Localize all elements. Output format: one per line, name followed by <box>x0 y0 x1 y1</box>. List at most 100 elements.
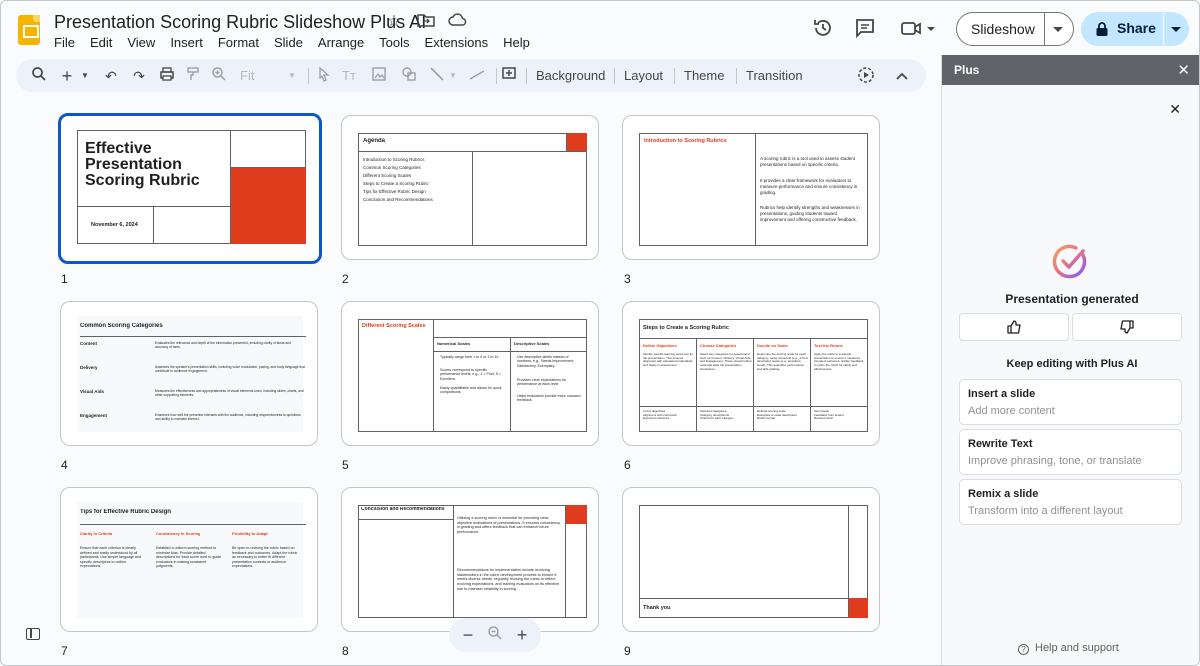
zoom-dropdown-icon[interactable]: ▼ <box>286 66 298 86</box>
slide-1-canvas: Effective Presentation Scoring Rubric No… <box>75 127 306 244</box>
comments-icon[interactable] <box>853 17 877 41</box>
slide-line <box>753 338 754 432</box>
zoom-select[interactable]: Fit <box>240 68 254 83</box>
transition-button[interactable]: Transition <box>746 68 803 83</box>
menu-slide[interactable]: Slide <box>274 35 310 50</box>
cloud-status-icon[interactable] <box>448 12 468 32</box>
slideshow-dropdown-icon[interactable] <box>1053 27 1063 32</box>
slide-thumbnail-3[interactable]: Introduction to Scoring Rubrics A scorin… <box>622 115 880 260</box>
menu-file[interactable]: File <box>54 35 82 50</box>
share-button[interactable]: Share <box>1081 12 1189 46</box>
step-heading-text: Decide on Scale <box>757 343 788 348</box>
help-support-link[interactable]: ? Help and support <box>1018 642 1119 655</box>
tip-body: Establish a uniform scoring method to mi… <box>156 546 222 568</box>
zoom-out-icon[interactable]: − <box>458 625 478 645</box>
remix-slide-card[interactable]: Remix a slide Transform into a different… <box>959 479 1182 525</box>
scale-column-title: Descriptive Scales <box>514 341 550 346</box>
zoom-in-icon[interactable]: + <box>512 625 532 645</box>
slide-line <box>472 151 473 246</box>
star-icon[interactable]: ☆ <box>384 12 404 32</box>
menu-edit[interactable]: Edit <box>90 35 119 50</box>
zoom-icon[interactable] <box>210 66 228 86</box>
document-title[interactable]: Presentation Scoring Rubric Slideshow Pl… <box>54 12 426 33</box>
line-dropdown-icon[interactable]: ▼ <box>448 66 458 86</box>
close-icon[interactable]: ✕ <box>1169 101 1181 118</box>
slide-accent-block <box>567 133 587 151</box>
slide-6-canvas: Steps to Create a Scoring Rubric Define … <box>639 316 868 432</box>
search-menus-icon[interactable] <box>30 66 48 86</box>
slide-thumbnail-5[interactable]: Different Scoring Scales Numerical Scale… <box>341 301 599 446</box>
thumbs-up-button[interactable] <box>959 313 1069 341</box>
slides-logo-icon[interactable] <box>18 15 40 45</box>
plus-ai-panel: Plus ✕ ✕ Presentation generated Keep edi… <box>941 55 1199 665</box>
shape-icon[interactable] <box>400 66 418 86</box>
connector-icon[interactable] <box>468 66 486 86</box>
insert-image-icon[interactable] <box>370 66 388 86</box>
slide-number: 7 <box>61 644 68 658</box>
rewrite-text-card[interactable]: Rewrite Text Improve phrasing, tone, or … <box>959 429 1182 475</box>
toolbar-divider <box>526 68 527 84</box>
theme-button[interactable]: Theme <box>684 68 724 83</box>
category-label: Delivery <box>80 365 98 370</box>
zoom-reset-icon[interactable] <box>485 625 505 645</box>
move-to-folder-icon[interactable] <box>416 12 436 32</box>
toolbar-divider <box>736 68 737 84</box>
slide-3-paragraph: It provides a clear framework for evalua… <box>760 178 858 195</box>
thumbs-down-icon <box>1120 320 1134 334</box>
slide-thumbnail-4[interactable]: Common Scoring Categories Content Evalua… <box>60 301 318 446</box>
slide-thumbnail-6[interactable]: Steps to Create a Scoring Rubric Define … <box>622 301 880 446</box>
tip-heading: Consistency in Scoring <box>156 531 200 536</box>
menu-view[interactable]: View <box>127 35 162 50</box>
share-dropdown-icon[interactable] <box>1171 27 1181 32</box>
collapse-toolbar-icon[interactable] <box>892 66 912 86</box>
text-box-icon[interactable]: Tт <box>340 66 358 86</box>
undo-icon[interactable]: ↶ <box>102 66 120 86</box>
background-button[interactable]: Background <box>536 68 605 83</box>
menu-arrange[interactable]: Arrange <box>318 35 371 50</box>
scale-item: Use descriptive labels instead of number… <box>517 355 575 368</box>
close-panel-icon[interactable]: ✕ <box>1177 61 1190 79</box>
slide-3-canvas: Introduction to Scoring Rubrics A scorin… <box>639 130 868 246</box>
slide-1-title: Effective Presentation Scoring Rubric <box>85 141 200 189</box>
slide-thumbnail-7[interactable]: Tips for Effective Rubric Design Clarity… <box>60 487 318 632</box>
category-description: Measures the effectiveness and appropria… <box>155 389 304 397</box>
category-label: Visual Aids <box>80 389 105 394</box>
new-slide-dropdown-icon[interactable]: ▼ <box>80 66 90 86</box>
menu-tools[interactable]: Tools <box>379 35 416 50</box>
slide-line <box>153 206 154 244</box>
toolbar-divider <box>496 68 497 84</box>
history-icon[interactable] <box>811 17 835 41</box>
slide-thumbnail-8[interactable]: Conclusion and Recommendations Utilizing… <box>341 487 599 632</box>
layout-button[interactable]: Layout <box>624 68 663 83</box>
slide-number: 4 <box>61 458 68 472</box>
slide-line <box>433 337 587 338</box>
step-output: Test results Feedback from testers Revis… <box>814 410 844 421</box>
slideshow-button[interactable]: Slideshow <box>956 12 1074 46</box>
slide-thumbnail-2[interactable]: Agenda Introduction to Scoring Rubrics C… <box>341 115 599 260</box>
meet-camera-icon[interactable] <box>899 17 939 41</box>
thumbs-down-button[interactable] <box>1072 313 1182 341</box>
panel-header: Plus ✕ <box>942 55 1199 85</box>
filmstrip-toggle-icon[interactable] <box>26 628 40 640</box>
redo-icon[interactable]: ↷ <box>130 66 148 86</box>
slide-8-paragraph: Recommendations for implementation inclu… <box>457 568 560 591</box>
select-icon[interactable] <box>316 66 332 86</box>
slide-6-title: Steps to Create a Scoring Rubric <box>643 325 729 331</box>
menu-help[interactable]: Help <box>503 35 537 50</box>
menu-extensions[interactable]: Extensions <box>425 35 496 50</box>
menu-insert[interactable]: Insert <box>170 35 210 50</box>
slide-thumbnail-9[interactable]: Thank you <box>622 487 880 632</box>
line-icon[interactable] <box>428 66 446 86</box>
print-icon[interactable] <box>158 66 176 86</box>
slide-thumbnail-1[interactable]: Effective Presentation Scoring Rubric No… <box>58 113 322 264</box>
insert-comment-icon[interactable] <box>500 66 518 86</box>
menu-format[interactable]: Format <box>218 35 266 50</box>
motion-icon[interactable] <box>856 66 876 86</box>
slide-number: 3 <box>624 272 631 286</box>
step-output: List of objectives Alignment with curric… <box>643 410 678 421</box>
slide-5-canvas: Different Scoring Scales Numerical Scale… <box>358 316 587 432</box>
step-heading-text: Choose Categories <box>700 343 737 348</box>
paint-format-icon[interactable] <box>184 66 202 86</box>
new-slide-icon[interactable]: + <box>58 66 76 86</box>
insert-slide-card[interactable]: Insert a slide Add more content <box>959 379 1182 425</box>
